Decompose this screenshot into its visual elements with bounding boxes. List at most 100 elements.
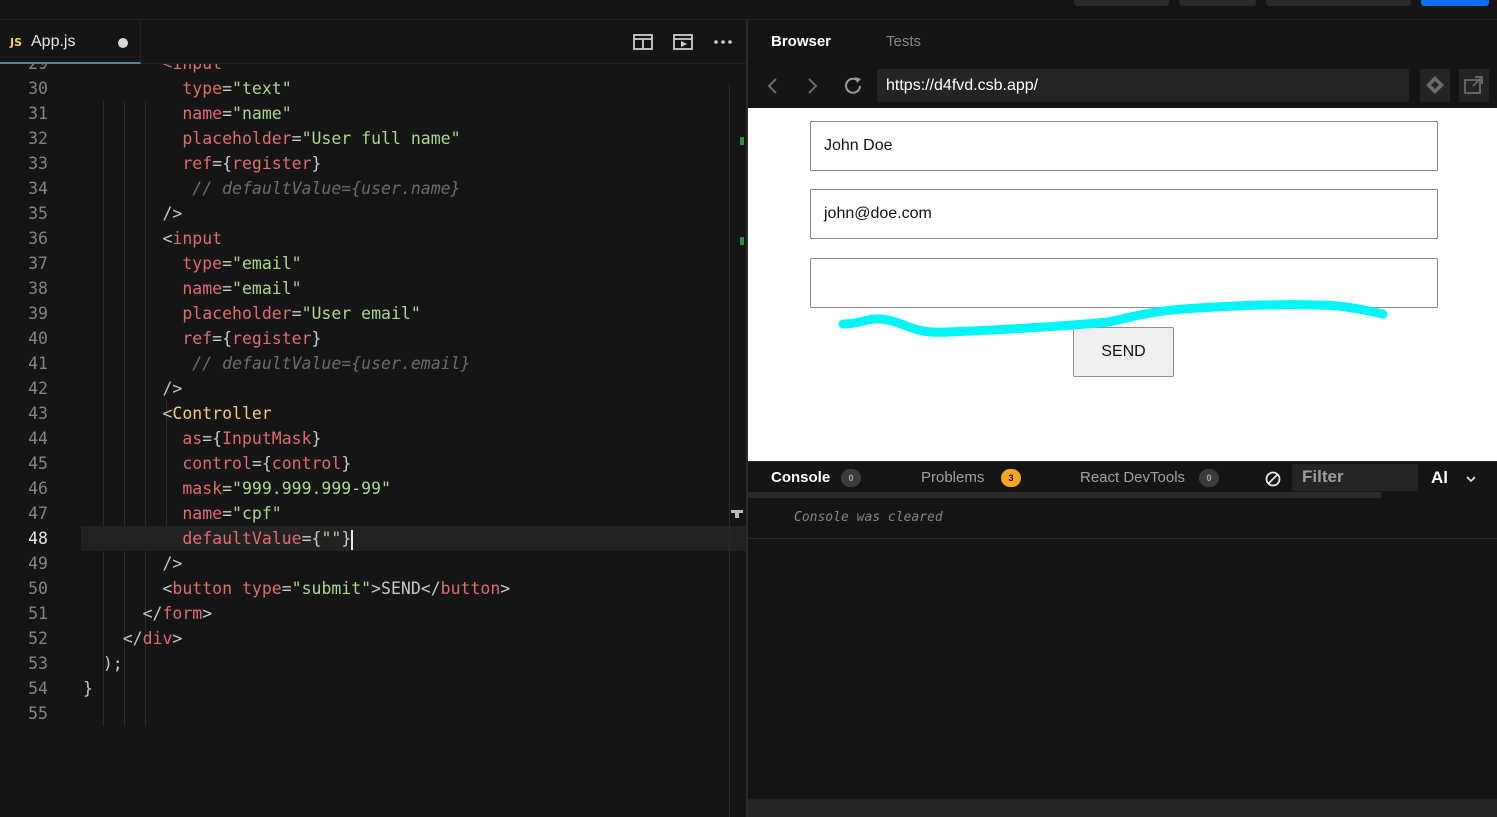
line-source: // defaultValue={user.email} xyxy=(83,351,470,376)
code-editor: JS App.js 29 <input30 type="text"31 name… xyxy=(0,20,746,817)
code-line[interactable]: 43 <Controller xyxy=(0,401,746,426)
code-line[interactable]: 50 <button type="submit">SEND</button> xyxy=(0,576,746,601)
code-token: = xyxy=(281,579,292,598)
code-line[interactable]: 37 type="email" xyxy=(0,251,746,276)
line-number: 46 xyxy=(28,479,48,498)
split-editor-icon[interactable] xyxy=(632,32,654,52)
code-line[interactable]: 33 ref={register} xyxy=(0,151,746,176)
tab-react-devtools[interactable]: React DevTools xyxy=(1080,469,1185,486)
line-source: defaultValue={""} xyxy=(83,526,354,551)
code-line[interactable]: 51 </form> xyxy=(0,601,746,626)
chevron-down-icon[interactable] xyxy=(1465,474,1477,484)
open-new-window-button[interactable] xyxy=(1459,69,1489,102)
code-token: InputMask xyxy=(222,429,312,448)
tab-tests[interactable]: Tests xyxy=(886,33,921,50)
code-token: type xyxy=(182,254,223,273)
top-toolbar-primary-button[interactable] xyxy=(1421,0,1489,6)
line-source: name="name" xyxy=(83,101,291,126)
line-source: placeholder="User full name" xyxy=(83,126,460,151)
code-token: "999.999.999-99" xyxy=(232,479,391,498)
code-line[interactable]: 29 <input xyxy=(0,64,746,76)
preview-icon[interactable] xyxy=(672,32,694,52)
line-number: 34 xyxy=(28,179,48,198)
back-icon[interactable] xyxy=(761,74,785,98)
code-line[interactable]: 38 name="email" xyxy=(0,276,746,301)
code-token: /> xyxy=(83,379,183,398)
line-number: 47 xyxy=(28,504,48,523)
clear-console-icon[interactable] xyxy=(1264,470,1282,488)
top-toolbar-button[interactable] xyxy=(1266,0,1411,6)
top-toolbar-button[interactable] xyxy=(1074,0,1169,6)
code-token: < xyxy=(83,229,173,248)
unsaved-dot-icon[interactable] xyxy=(118,38,128,48)
code-token: } xyxy=(311,429,322,448)
code-token: = xyxy=(291,304,302,323)
line-number: 54 xyxy=(28,679,48,698)
code-line[interactable]: 42 /> xyxy=(0,376,746,401)
line-source: } xyxy=(83,676,93,701)
code-line[interactable]: 36 <input xyxy=(0,226,746,251)
code-line[interactable]: 45 control={control} xyxy=(0,451,746,476)
name-input[interactable]: John Doe xyxy=(810,121,1438,171)
tab-console[interactable]: Console xyxy=(771,469,830,486)
line-number: 44 xyxy=(28,429,48,448)
url-bar[interactable]: https://d4fvd.csb.app/ xyxy=(877,69,1409,102)
code-token: > xyxy=(172,629,183,648)
line-number: 49 xyxy=(28,554,48,573)
code-token: < xyxy=(83,404,173,423)
codesandbox-icon-button[interactable] xyxy=(1420,69,1450,102)
line-number: 52 xyxy=(28,629,48,648)
code-line[interactable]: 49 /> xyxy=(0,551,746,576)
code-line[interactable]: 35 /> xyxy=(0,201,746,226)
code-token: register xyxy=(232,154,312,173)
console-filter-input[interactable]: Filter xyxy=(1292,464,1418,491)
code-token: ); xyxy=(83,654,123,673)
code-line[interactable]: 30 type="text" xyxy=(0,76,746,101)
more-icon[interactable] xyxy=(712,32,734,52)
tab-browser[interactable]: Browser xyxy=(771,33,831,50)
code-line[interactable]: 52 </div> xyxy=(0,626,746,651)
code-line[interactable]: 32 placeholder="User full name" xyxy=(0,126,746,151)
line-source: type="email" xyxy=(83,251,301,276)
code-line[interactable]: 55 xyxy=(0,701,746,726)
tab-problems[interactable]: Problems xyxy=(921,469,984,486)
browser-nav-bar: https://d4fvd.csb.app/ xyxy=(748,64,1497,108)
console-input[interactable] xyxy=(748,799,1497,817)
code-token: ={ xyxy=(212,329,233,348)
editor-tab-app-js[interactable]: JS App.js xyxy=(0,20,141,64)
line-source: // defaultValue={user.name} xyxy=(83,176,460,201)
top-toolbar-button[interactable] xyxy=(1179,0,1256,6)
code-line[interactable]: 44 as={InputMask} xyxy=(0,426,746,451)
editor-scrollbar[interactable] xyxy=(729,84,730,817)
code-line[interactable]: 53 ); xyxy=(0,651,746,676)
line-source: ); xyxy=(83,651,123,676)
code-line[interactable]: 47 name="cpf" xyxy=(0,501,746,526)
code-line[interactable]: 34 // defaultValue={user.name} xyxy=(0,176,746,201)
line-source: as={InputMask} xyxy=(83,426,321,451)
code-line[interactable]: 48 defaultValue={""} xyxy=(0,526,746,551)
code-line[interactable]: 41 // defaultValue={user.email} xyxy=(0,351,746,376)
code-line[interactable]: 40 ref={register} xyxy=(0,326,746,351)
code-line[interactable]: 54} xyxy=(0,676,746,701)
code-line[interactable]: 31 name="name" xyxy=(0,101,746,126)
line-number: 36 xyxy=(28,229,48,248)
code-token: "submit" xyxy=(291,579,372,598)
editor-tab-bar: JS App.js xyxy=(0,20,746,64)
code-line[interactable]: 46 mask="999.999.999-99" xyxy=(0,476,746,501)
code-token: form xyxy=(162,604,203,623)
email-input[interactable]: john@doe.com xyxy=(810,189,1438,239)
git-change-marker xyxy=(740,137,744,145)
code-token: /> xyxy=(83,554,183,573)
code-token: = xyxy=(222,79,233,98)
code-area[interactable]: 29 <input30 type="text"31 name="name"32 … xyxy=(0,64,746,817)
refresh-icon[interactable] xyxy=(841,74,865,98)
code-line[interactable]: 39 placeholder="User email" xyxy=(0,301,746,326)
log-level-select[interactable]: Al xyxy=(1431,468,1448,488)
line-number: 42 xyxy=(28,379,48,398)
forward-icon[interactable] xyxy=(800,74,824,98)
code-token: control xyxy=(271,454,342,473)
